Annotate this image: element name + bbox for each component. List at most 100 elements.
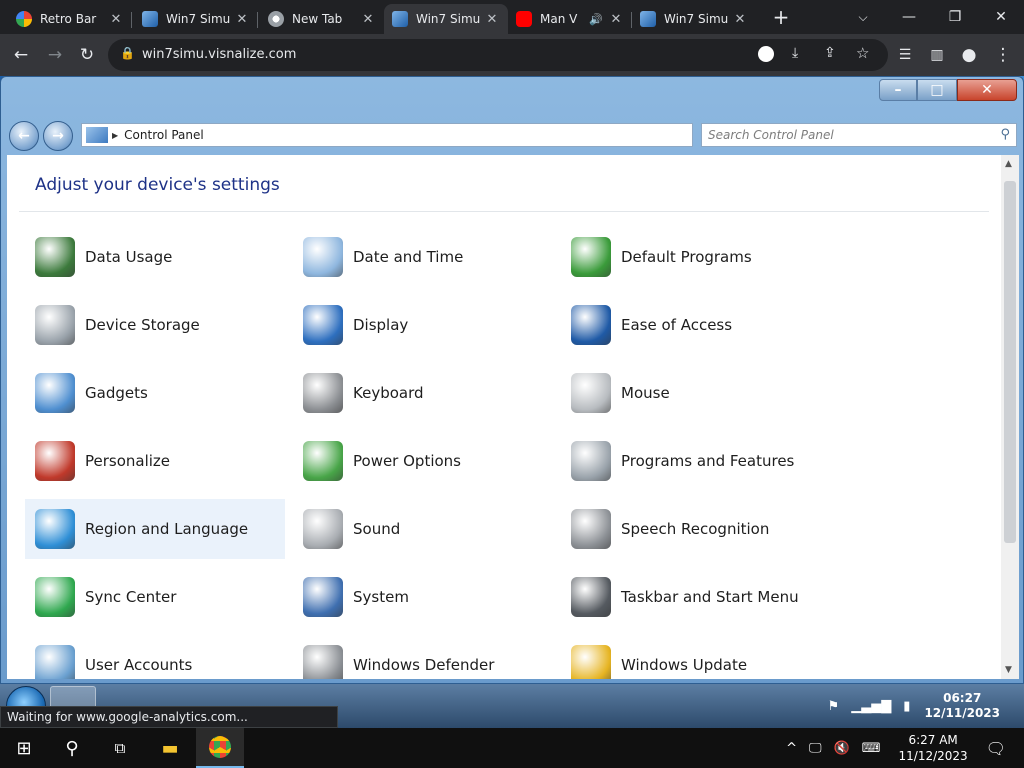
install-icon[interactable]: ⤓: [792, 45, 798, 61]
notifications-icon[interactable]: 🗨: [986, 739, 1006, 758]
search-icon[interactable]: ⚲: [48, 728, 96, 768]
action-center-flag-icon[interactable]: ⚑: [828, 699, 840, 714]
speaker-icon[interactable]: 🔊: [588, 13, 604, 26]
close-window-button[interactable]: ✕: [978, 0, 1024, 34]
breadcrumb-arrow-icon[interactable]: ▶: [112, 131, 118, 140]
browser-tab[interactable]: New Tab ✕: [260, 4, 384, 34]
navigation-bar: ← → ▶ Control Panel Search Control Panel…: [1, 117, 1024, 153]
personalize-icon: [35, 441, 75, 481]
control-panel-item-label: Sound: [353, 520, 401, 538]
address-breadcrumb[interactable]: ▶ Control Panel: [81, 123, 693, 147]
profile-avatar-icon[interactable]: ●: [954, 40, 984, 70]
control-panel-item-label: Windows Update: [621, 656, 748, 674]
windows-system-tray: ^ 🖵 🔇 ⌨ 6:27 AM 11/12/2023 🗨: [780, 728, 1024, 768]
control-panel-item[interactable]: Windows Defender: [293, 635, 553, 679]
ease-of-access-icon: [571, 305, 611, 345]
lock-icon[interactable]: 🔒: [120, 46, 135, 60]
control-panel-item[interactable]: Programs and Features: [561, 431, 821, 491]
control-panel-item-label: Personalize: [85, 452, 171, 470]
side-panel-icon[interactable]: ▥: [922, 40, 952, 70]
windows-start-icon[interactable]: ⊞: [0, 728, 48, 768]
window-maximize-button[interactable]: □: [917, 79, 957, 101]
windows-clock[interactable]: 6:27 AM 11/12/2023: [899, 732, 968, 764]
bookmark-star-icon[interactable]: ☆: [856, 44, 869, 62]
close-icon[interactable]: ✕: [484, 12, 500, 27]
control-panel-item[interactable]: Gadgets: [25, 363, 285, 423]
restore-button[interactable]: ❐: [932, 0, 978, 34]
chrome-taskbar-icon[interactable]: [196, 728, 244, 768]
close-icon[interactable]: ✕: [732, 12, 748, 27]
control-panel-item[interactable]: Region and Language: [25, 499, 285, 559]
window-minimize-button[interactable]: –: [879, 79, 917, 101]
win7-time: 06:27: [943, 691, 982, 705]
network-signal-icon[interactable]: ▁▃▅▇: [851, 699, 891, 714]
reload-button[interactable]: ↻: [72, 40, 102, 70]
forward-arrow-icon[interactable]: →: [43, 121, 73, 151]
control-panel-item[interactable]: Windows Update: [561, 635, 821, 679]
google-lens-icon[interactable]: [758, 46, 774, 62]
date-time-icon: [303, 237, 343, 277]
tab-search-chevron-icon[interactable]: ⌵: [840, 0, 886, 34]
address-bar[interactable]: 🔒 win7simu.visnalize.com ⤓ ⇪ ☆: [108, 39, 888, 71]
control-panel-item[interactable]: Power Options: [293, 431, 553, 491]
menu-kebab-icon[interactable]: ⋮: [988, 40, 1018, 70]
forward-button[interactable]: →: [40, 40, 70, 70]
control-panel-item[interactable]: Keyboard: [293, 363, 553, 423]
volume-muted-icon[interactable]: 🔇: [834, 741, 850, 756]
control-panel-item[interactable]: Speech Recognition: [561, 499, 821, 559]
control-panel-item-label: Windows Defender: [353, 656, 495, 674]
control-panel-item[interactable]: Personalize: [25, 431, 285, 491]
file-explorer-icon[interactable]: ▬: [146, 728, 194, 768]
windows-defender-icon: [303, 645, 343, 679]
tab-label: Win7 Simu: [416, 12, 480, 26]
scrollbar-thumb[interactable]: [1004, 181, 1016, 543]
control-panel-item-label: Speech Recognition: [621, 520, 770, 538]
show-hidden-icons-chevron-icon[interactable]: ^: [786, 741, 797, 756]
control-panel-item-label: Date and Time: [353, 248, 464, 266]
search-input[interactable]: Search Control Panel ⚲: [701, 123, 1017, 147]
task-view-icon[interactable]: ⧉: [96, 728, 144, 768]
scroll-up-icon[interactable]: ▲: [1005, 159, 1012, 169]
control-panel-item[interactable]: Data Usage: [25, 227, 285, 287]
share-icon[interactable]: ⇪: [824, 45, 836, 61]
control-panel-item[interactable]: Taskbar and Start Menu: [561, 567, 821, 627]
windows-taskbar: ⊞ ⚲ ⧉ ▬ ^ 🖵 🔇 ⌨ 6:27 AM 11/12/2023 🗨: [0, 728, 1024, 768]
mouse-icon: [571, 373, 611, 413]
browser-tab[interactable]: Retro Bar ✕: [8, 4, 132, 34]
control-panel-item[interactable]: Device Storage: [25, 295, 285, 355]
close-icon[interactable]: ✕: [234, 12, 250, 27]
back-button[interactable]: ←: [6, 40, 36, 70]
search-icon[interactable]: ⚲: [1000, 127, 1010, 142]
browser-tab[interactable]: Win7 Simu ✕: [134, 4, 258, 34]
new-tab-button[interactable]: +: [758, 0, 804, 34]
win7-clock[interactable]: 06:27 12/11/2023: [924, 691, 1000, 721]
breadcrumb-control-panel[interactable]: Control Panel: [124, 128, 204, 142]
browser-tab[interactable]: Man V 🔊 ✕: [508, 4, 632, 34]
control-panel-item[interactable]: System: [293, 567, 553, 627]
control-panel-item[interactable]: Sync Center: [25, 567, 285, 627]
close-icon[interactable]: ✕: [108, 12, 124, 27]
close-icon[interactable]: ✕: [360, 12, 376, 27]
reading-list-icon[interactable]: ☰: [890, 40, 920, 70]
keyboard-icon[interactable]: ⌨: [862, 741, 881, 756]
battery-icon[interactable]: ▮: [903, 699, 910, 714]
control-panel-item-label: User Accounts: [85, 656, 193, 674]
vertical-scrollbar[interactable]: ▲ ▼: [1001, 155, 1019, 679]
control-panel-item[interactable]: Mouse: [561, 363, 821, 423]
minimize-button[interactable]: —: [886, 0, 932, 34]
browser-tab[interactable]: Win7 Simu ✕: [632, 4, 756, 34]
scroll-down-icon[interactable]: ▼: [1005, 665, 1012, 675]
close-icon[interactable]: ✕: [608, 12, 624, 27]
network-icon[interactable]: 🖵: [809, 741, 822, 756]
control-panel-item[interactable]: Ease of Access: [561, 295, 821, 355]
control-panel-item[interactable]: Default Programs: [561, 227, 821, 287]
control-panel-item[interactable]: User Accounts: [25, 635, 285, 679]
control-panel-item[interactable]: Date and Time: [293, 227, 553, 287]
win7-date: 12/11/2023: [924, 706, 1000, 720]
window-close-button[interactable]: ✕: [957, 79, 1017, 101]
control-panel-item[interactable]: Sound: [293, 499, 553, 559]
back-arrow-icon[interactable]: ←: [9, 121, 39, 151]
control-panel-item[interactable]: Display: [293, 295, 553, 355]
browser-tab-active[interactable]: Win7 Simu ✕: [384, 4, 508, 34]
windows-update-icon: [571, 645, 611, 679]
